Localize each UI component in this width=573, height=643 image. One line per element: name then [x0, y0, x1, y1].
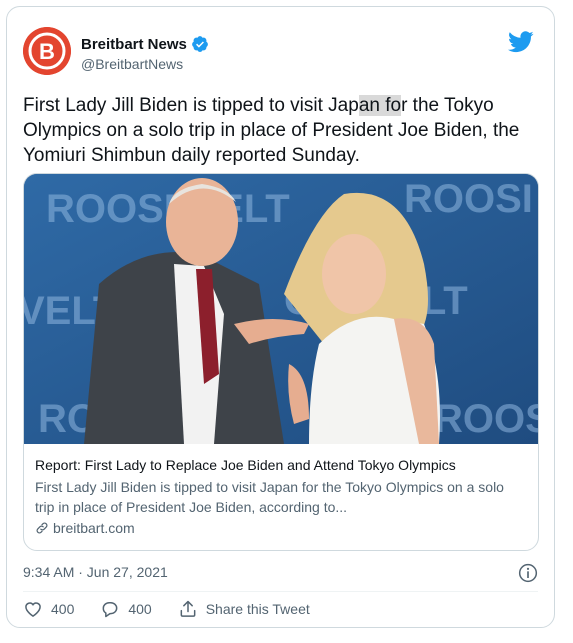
heart-icon — [25, 602, 41, 617]
reply-count: 400 — [128, 601, 152, 617]
link-domain-row[interactable]: breitbart.com — [35, 518, 527, 538]
author-name-row[interactable]: Breitbart News — [81, 35, 209, 53]
share-button[interactable]: Share this Tweet — [178, 599, 310, 619]
like-button[interactable]: 400 — [23, 599, 74, 619]
share-label: Share this Tweet — [205, 601, 310, 617]
tweet-actions: 400 400 Share this Tweet — [23, 599, 336, 619]
author-handle[interactable]: @BreitbartNews — [81, 56, 183, 72]
link-preview-card[interactable]: ROOSEVELT ROOSI VELT OSEVELT RO ROOS — [23, 173, 539, 551]
tweet-text: First Lady Jill Biden is tipped to visit… — [23, 93, 535, 168]
verified-badge-icon — [191, 36, 208, 52]
tweet-header: B Breitbart News @BreitbartNews — [23, 25, 538, 81]
svg-text:ROOS: ROOS — [434, 397, 538, 441]
share-icon — [180, 600, 196, 617]
twitter-bird-icon[interactable] — [508, 31, 534, 53]
divider — [23, 591, 538, 592]
link-preview-meta[interactable]: Report: First Lady to Replace Joe Biden … — [35, 456, 527, 538]
reply-button[interactable]: 400 — [100, 599, 152, 619]
event-photo: ROOSEVELT ROOSI VELT OSEVELT RO ROOS — [24, 174, 538, 444]
breitbart-logo-icon: B — [23, 27, 71, 75]
info-icon[interactable] — [518, 563, 538, 583]
link-description: First Lady Jill Biden is tipped to visit… — [35, 479, 504, 515]
like-count: 400 — [51, 601, 75, 617]
link-preview-image[interactable]: ROOSEVELT ROOSI VELT OSEVELT RO ROOS — [24, 174, 538, 444]
svg-text:B: B — [39, 39, 55, 64]
timestamp-row: 9:34 AM · Jun 27, 2021 — [23, 561, 538, 585]
reply-bubble-icon — [102, 602, 118, 618]
timestamp[interactable]: 9:34 AM · Jun 27, 2021 — [23, 564, 168, 580]
link-domain[interactable]: breitbart.com — [53, 518, 135, 538]
tweet-text-part: First Lady Jill Biden is tipped to visit… — [23, 95, 359, 116]
link-icon — [36, 522, 48, 534]
link-title[interactable]: Report: First Lady to Replace Joe Biden … — [35, 456, 527, 475]
display-name[interactable]: Breitbart News — [81, 36, 187, 53]
avatar[interactable]: B — [23, 27, 71, 75]
tweet-card: B Breitbart News @BreitbartNews First La… — [6, 6, 555, 628]
svg-text:ROOSI: ROOSI — [404, 177, 533, 221]
tweet-text-highlight: an fo — [358, 95, 402, 116]
